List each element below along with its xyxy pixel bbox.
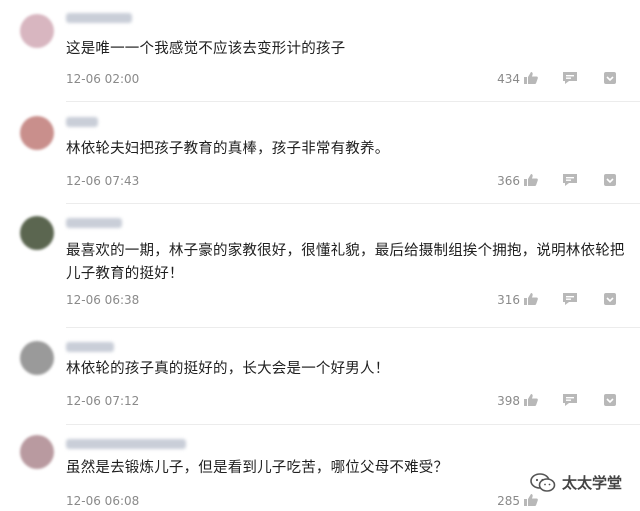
like-count: 398 (497, 394, 520, 408)
thumbs-up-icon[interactable] (523, 393, 539, 407)
avatar[interactable] (20, 14, 54, 48)
watermark-label: 太太学堂 (561, 474, 622, 492)
more-icon[interactable] (603, 292, 617, 306)
username-blurred[interactable] (66, 117, 98, 127)
comment-item: 最喜欢的一期，林子豪的家教很好，很懂礼貌，最后给摄制组挨个拥抱，说明林依轮把儿子… (0, 204, 640, 326)
comment-time: 12-06 07:12 (66, 394, 140, 408)
comment-item: 林依轮夫妇把孩子教育的真棒，孩子非常有教养。 12-06 07:43 366 (0, 102, 640, 202)
comment-bubble-icon[interactable] (562, 393, 578, 407)
avatar[interactable] (20, 435, 54, 469)
comment-time: 12-06 02:00 (66, 72, 140, 86)
wechat-icon (530, 472, 556, 492)
comment-bubble-icon[interactable] (562, 71, 578, 85)
comment-item: 这是唯一一个我感觉不应该去变形计的孩子 12-06 02:00 434 (0, 0, 640, 100)
comment-time: 12-06 06:38 (66, 293, 140, 307)
watermark: 太太学堂 (530, 472, 622, 493)
like-count: 366 (497, 174, 520, 188)
comment-text: 最喜欢的一期，林子豪的家教很好，很懂礼貌，最后给摄制组挨个拥抱，说明林依轮把儿子… (66, 243, 625, 282)
username-blurred[interactable] (66, 13, 132, 23)
username-blurred[interactable] (66, 342, 114, 352)
comment-list: 这是唯一一个我感觉不应该去变形计的孩子 12-06 02:00 434 林依轮夫… (0, 0, 640, 511)
comment-item: 林依轮的孩子真的挺好的，长大会是一个好男人！ 12-06 07:12 398 (0, 328, 640, 425)
comment-item: 虽然是去锻炼儿子，但是看到儿子吃苦，哪位父母不难受？ 12-06 06:08 2… (0, 425, 640, 511)
thumbs-up-icon[interactable] (523, 292, 539, 306)
comment-text: 林依轮夫妇把孩子教育的真棒，孩子非常有教养。 (66, 141, 390, 157)
thumbs-up-icon[interactable] (523, 71, 539, 85)
comment-text: 这是唯一一个我感觉不应该去变形计的孩子 (66, 41, 346, 57)
avatar[interactable] (20, 116, 54, 150)
comment-text: 林依轮的孩子真的挺好的，长大会是一个好男人！ (66, 361, 390, 377)
thumbs-up-icon[interactable] (523, 173, 539, 187)
more-icon[interactable] (603, 71, 617, 85)
avatar[interactable] (20, 341, 54, 375)
more-icon[interactable] (603, 173, 617, 187)
username-blurred[interactable] (66, 439, 186, 449)
more-icon[interactable] (603, 393, 617, 407)
like-count: 285 (497, 494, 520, 508)
comment-time: 12-06 07:43 (66, 174, 140, 188)
like-count: 434 (497, 72, 520, 86)
thumbs-up-icon[interactable] (523, 493, 539, 507)
like-count: 316 (497, 293, 520, 307)
comment-bubble-icon[interactable] (562, 173, 578, 187)
avatar[interactable] (20, 216, 54, 250)
username-blurred[interactable] (66, 218, 122, 228)
comment-bubble-icon[interactable] (562, 292, 578, 306)
comment-time: 12-06 06:08 (66, 494, 140, 508)
